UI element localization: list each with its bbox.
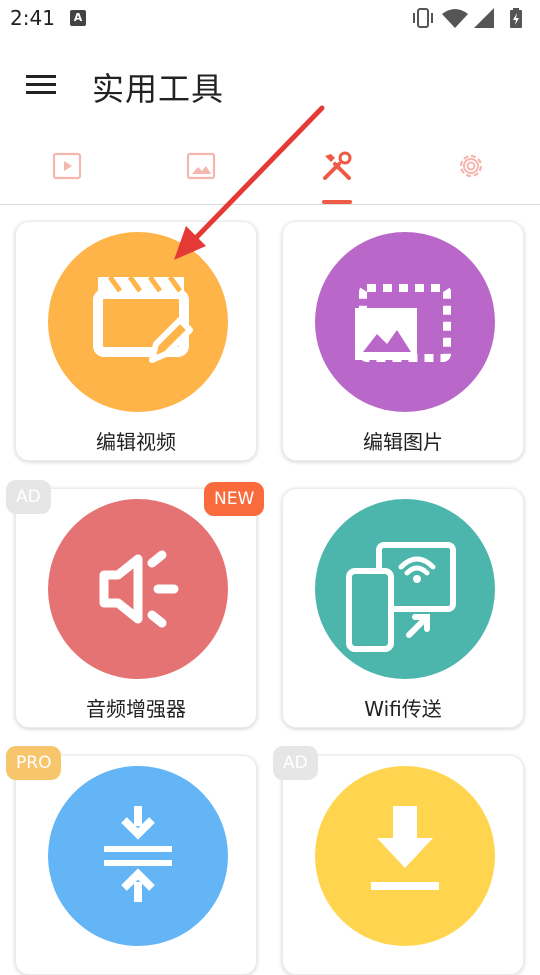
tool-card-edit-image[interactable]: 编辑图片	[282, 221, 524, 461]
ad-badge: AD	[6, 480, 51, 514]
speaker-boost-icon	[99, 550, 179, 628]
signal-icon	[474, 8, 494, 28]
tool-card-compress[interactable]	[15, 755, 257, 975]
notification-a-icon: A	[70, 10, 86, 26]
download-circle	[315, 766, 495, 946]
tool-card-edit-video[interactable]: 编辑视频	[15, 221, 257, 461]
image-crop-icon	[355, 284, 451, 362]
tool-card-wifi-transfer[interactable]: Wifi传送	[282, 488, 524, 728]
card-label: 音频增强器	[86, 697, 186, 721]
status-time: 2:41	[10, 6, 55, 30]
vibrate-icon	[413, 8, 433, 28]
download-icon	[371, 806, 439, 890]
phone-to-screen-icon	[346, 542, 456, 652]
status-bar: 2:41 A	[0, 0, 540, 36]
tool-card-audio-booster[interactable]: 音频增强器	[15, 488, 257, 728]
tab-image[interactable]	[134, 134, 268, 204]
wifi-transfer-circle	[315, 499, 495, 679]
tab-tools[interactable]	[270, 134, 404, 204]
status-icons	[413, 8, 522, 28]
clapperboard-edit-icon	[93, 275, 193, 363]
gear-icon	[459, 154, 483, 178]
new-badge: NEW	[204, 482, 265, 516]
audio-booster-circle	[48, 499, 228, 679]
wifi-icon	[442, 9, 468, 28]
card-label: 编辑视频	[96, 430, 176, 454]
tools-icon	[323, 151, 352, 180]
tab-video[interactable]	[0, 134, 134, 204]
tab-bar	[0, 134, 540, 204]
pro-badge: PRO	[6, 746, 62, 780]
tab-divider	[0, 204, 540, 205]
battery-icon	[510, 8, 522, 28]
menu-icon[interactable]	[26, 70, 58, 100]
app-bar: 实用工具	[0, 52, 540, 118]
card-label: Wifi传送	[364, 697, 442, 721]
edit-image-circle	[315, 232, 495, 412]
edit-video-circle	[48, 232, 228, 412]
compress-icon	[104, 806, 172, 902]
compress-circle	[48, 766, 228, 946]
tool-card-download[interactable]	[282, 755, 524, 975]
video-play-icon	[52, 152, 82, 180]
card-label: 编辑图片	[363, 430, 443, 454]
image-icon	[186, 152, 216, 180]
ad-badge: AD	[273, 746, 318, 780]
tab-settings[interactable]	[404, 134, 538, 204]
page-title: 实用工具	[92, 70, 225, 108]
